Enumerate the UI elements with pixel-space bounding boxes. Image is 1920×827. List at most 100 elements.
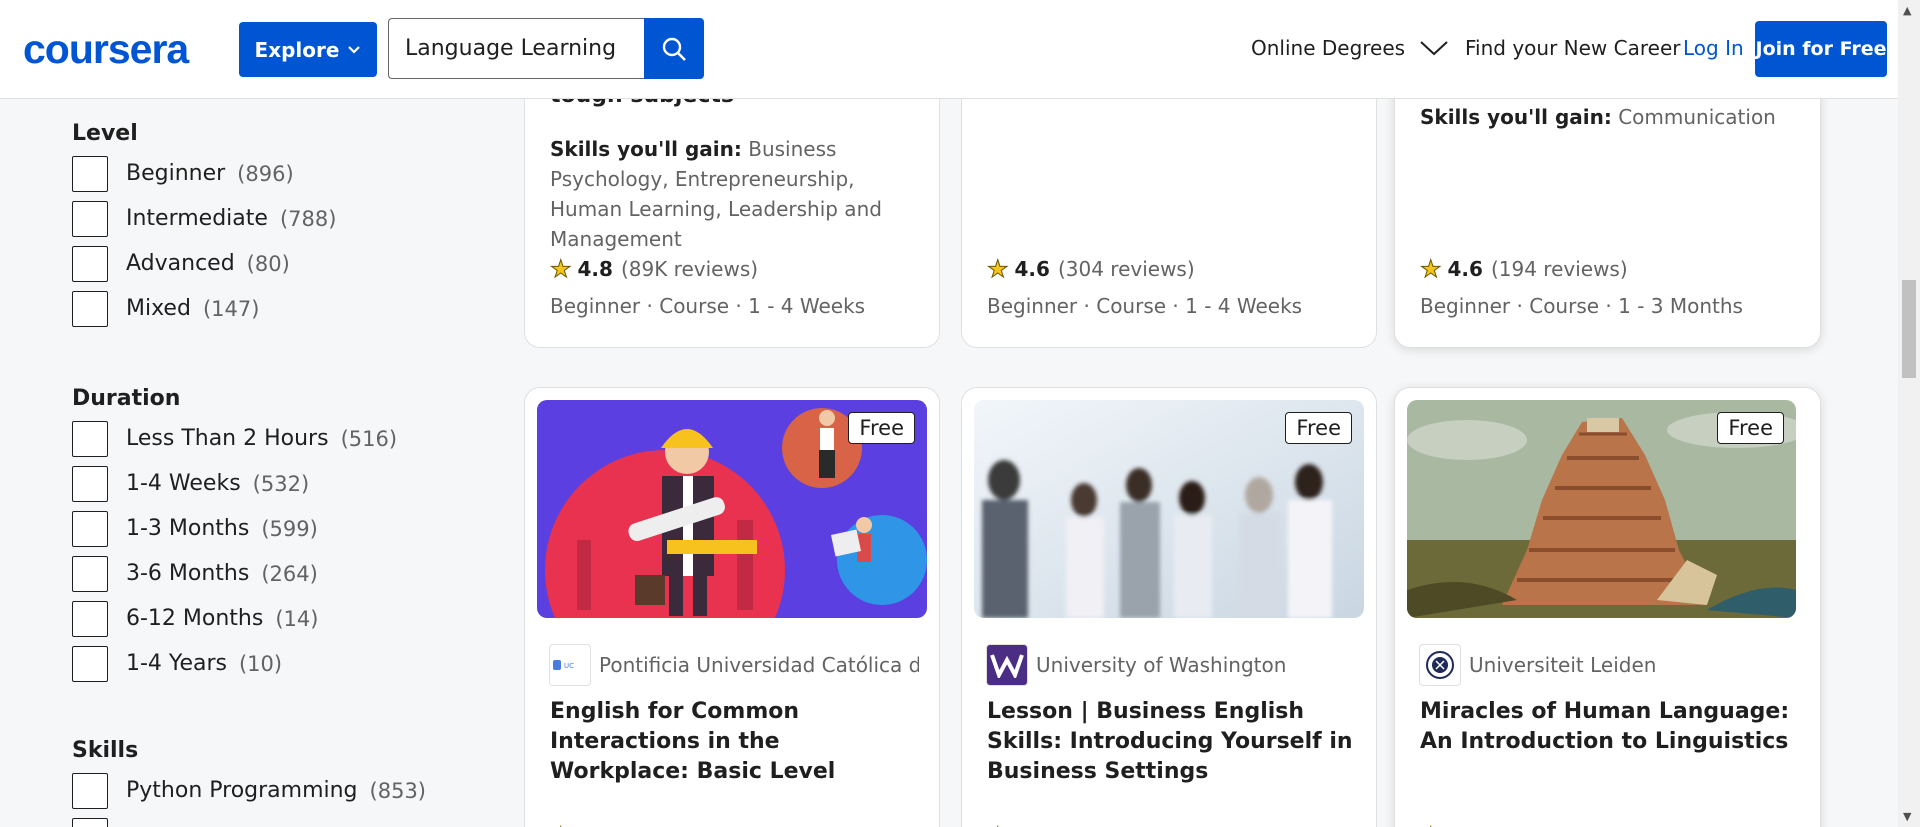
checkbox[interactable] <box>72 645 108 682</box>
checkbox[interactable] <box>72 510 108 547</box>
scroll-up-icon[interactable]: ▲ <box>1903 4 1911 17</box>
rating: ★ <box>550 822 578 827</box>
filter-count: (788) <box>279 206 337 231</box>
chevron-down-icon <box>1420 41 1448 56</box>
checkbox[interactable] <box>72 465 108 502</box>
search-button[interactable] <box>644 18 704 79</box>
filter-option[interactable]: 6-12 Months (14) <box>72 596 397 641</box>
star-icon: ★ <box>550 255 572 284</box>
filter-option[interactable]: Less Than 2 Hours (516) <box>72 416 397 461</box>
rating: ★ <box>987 822 1015 827</box>
filter-label: 1-3 Months <box>126 516 250 541</box>
course-card[interactable]: Free UC Pontificia Universidad Católica … <box>524 387 940 827</box>
course-card[interactable]: Free Universiteit Leiden Miracles of Hum… <box>1394 387 1821 827</box>
filter-label: 1-4 Years <box>126 651 227 676</box>
filter-option[interactable]: Intermediate (788) <box>72 196 336 241</box>
course-meta: Beginner · Course · 1 - 3 Months <box>1420 294 1743 318</box>
checkbox[interactable] <box>72 600 108 637</box>
checkbox[interactable] <box>72 817 108 827</box>
filter-count: (147) <box>202 296 260 321</box>
search-icon <box>662 37 686 61</box>
find-career-link[interactable]: Find your New Career <box>1465 36 1680 60</box>
course-meta: Beginner · Course · 1 - 4 Weeks <box>550 294 866 318</box>
partner-info: University of Washington <box>986 644 1356 686</box>
search-input[interactable]: Language Learning <box>388 18 644 79</box>
filter-label: Intermediate <box>126 206 268 231</box>
rating-value: 4.8 <box>577 257 613 281</box>
course-card[interactable]: Free University of Washington Lesson | B… <box>961 387 1377 827</box>
filter-title: Skills <box>72 738 139 763</box>
filter-title: Level <box>72 121 138 146</box>
checkbox[interactable] <box>72 772 108 809</box>
scroll-down-icon[interactable]: ▼ <box>1903 810 1911 823</box>
rating-value: 4.6 <box>1014 257 1050 281</box>
explore-label: Explore <box>254 37 340 62</box>
checkbox[interactable] <box>72 200 108 237</box>
checkbox[interactable] <box>72 555 108 592</box>
rating: ★ 4.6 (304 reviews) <box>987 255 1195 284</box>
chevron-down-icon <box>348 45 361 54</box>
partner-logo <box>986 644 1028 686</box>
course-title[interactable]: English for Common Interactions in the W… <box>550 697 925 787</box>
course-title[interactable]: Lesson | Business English Skills: Introd… <box>987 697 1362 787</box>
checkbox[interactable] <box>72 245 108 282</box>
filter-option[interactable] <box>72 813 426 827</box>
star-icon: ★ <box>550 822 572 827</box>
level-filter: Level Beginner (896) Intermediate (788) Ad… <box>72 121 336 331</box>
review-count: (194 reviews) <box>1490 257 1628 281</box>
online-degrees-label: Online Degrees <box>1251 36 1406 60</box>
online-degrees-menu[interactable]: Online Degrees <box>1251 36 1449 60</box>
filter-count: (896) <box>237 161 294 186</box>
course-title[interactable]: Miracles of Human Language: An Introduct… <box>1420 697 1795 757</box>
filter-option[interactable]: Mixed (147) <box>72 286 336 331</box>
partner-logo <box>1419 644 1461 686</box>
skills-label: Skills you'll gain: <box>550 137 742 161</box>
star-icon: ★ <box>987 255 1009 284</box>
filter-option[interactable]: Beginner (896) <box>72 151 336 196</box>
explore-button[interactable]: Explore <box>239 22 377 77</box>
checkbox[interactable] <box>72 155 108 192</box>
filter-option[interactable]: 1-3 Months (599) <box>72 506 397 551</box>
partner-info: Universiteit Leiden <box>1419 644 1789 686</box>
review-count: (304 reviews) <box>1057 257 1195 281</box>
partner-name: Pontificia Universidad Católica de... <box>599 653 919 677</box>
course-thumbnail: Free <box>1407 400 1796 618</box>
svg-text:UC: UC <box>564 662 574 670</box>
filter-title: Duration <box>72 386 181 411</box>
filter-option[interactable]: Advanced (80) <box>72 241 336 286</box>
filter-option[interactable]: 3-6 Months (264) <box>72 551 397 596</box>
filter-count: (599) <box>261 516 318 541</box>
skills-text: Skills you'll gain: Business Psychology,… <box>550 134 920 254</box>
join-for-free-button[interactable]: Join for Free <box>1755 21 1887 77</box>
checkbox[interactable] <box>72 420 108 457</box>
filter-count: (10) <box>238 651 283 676</box>
duration-filter: Duration Less Than 2 Hours (516) 1-4 Week… <box>72 386 397 686</box>
partner-logo: UC <box>549 644 591 686</box>
partner-name: University of Washington <box>1036 653 1287 677</box>
partner-name: Universiteit Leiden <box>1469 653 1657 677</box>
skills-filter: Skills Python Programming (853) <box>72 738 426 827</box>
filter-label: Less Than 2 Hours <box>126 426 329 451</box>
review-count: (89K reviews) <box>620 257 759 281</box>
checkbox[interactable] <box>72 290 108 327</box>
filter-count: (516) <box>340 426 398 451</box>
star-icon: ★ <box>1420 255 1442 284</box>
filter-label: Python Programming <box>126 778 358 803</box>
filter-label: 6-12 Months <box>126 606 264 631</box>
skills-text: Skills you'll gain: Communication <box>1420 102 1790 132</box>
skills-label: Skills you'll gain: <box>1420 105 1612 129</box>
star-icon: ★ <box>987 822 1009 827</box>
partner-info: UC Pontificia Universidad Católica de... <box>549 644 919 686</box>
filter-option[interactable]: Python Programming (853) <box>72 768 426 813</box>
page-scrollbar[interactable]: ▲ ▼ <box>1898 0 1920 827</box>
login-link[interactable]: Log In <box>1683 36 1744 60</box>
filter-label: Advanced <box>126 251 235 276</box>
rating: ★ 4.6 (194 reviews) <box>1420 255 1628 284</box>
filter-option[interactable]: 1-4 Weeks (532) <box>72 461 397 506</box>
filter-option[interactable]: 1-4 Years (10) <box>72 641 397 686</box>
rating: ★ 4.8 (89K reviews) <box>550 255 759 284</box>
course-meta: Beginner · Course · 1 - 4 Weeks <box>987 294 1303 318</box>
scroll-thumb[interactable] <box>1902 280 1916 378</box>
free-badge: Free <box>1285 412 1352 444</box>
coursera-logo[interactable]: coursera <box>23 26 189 73</box>
